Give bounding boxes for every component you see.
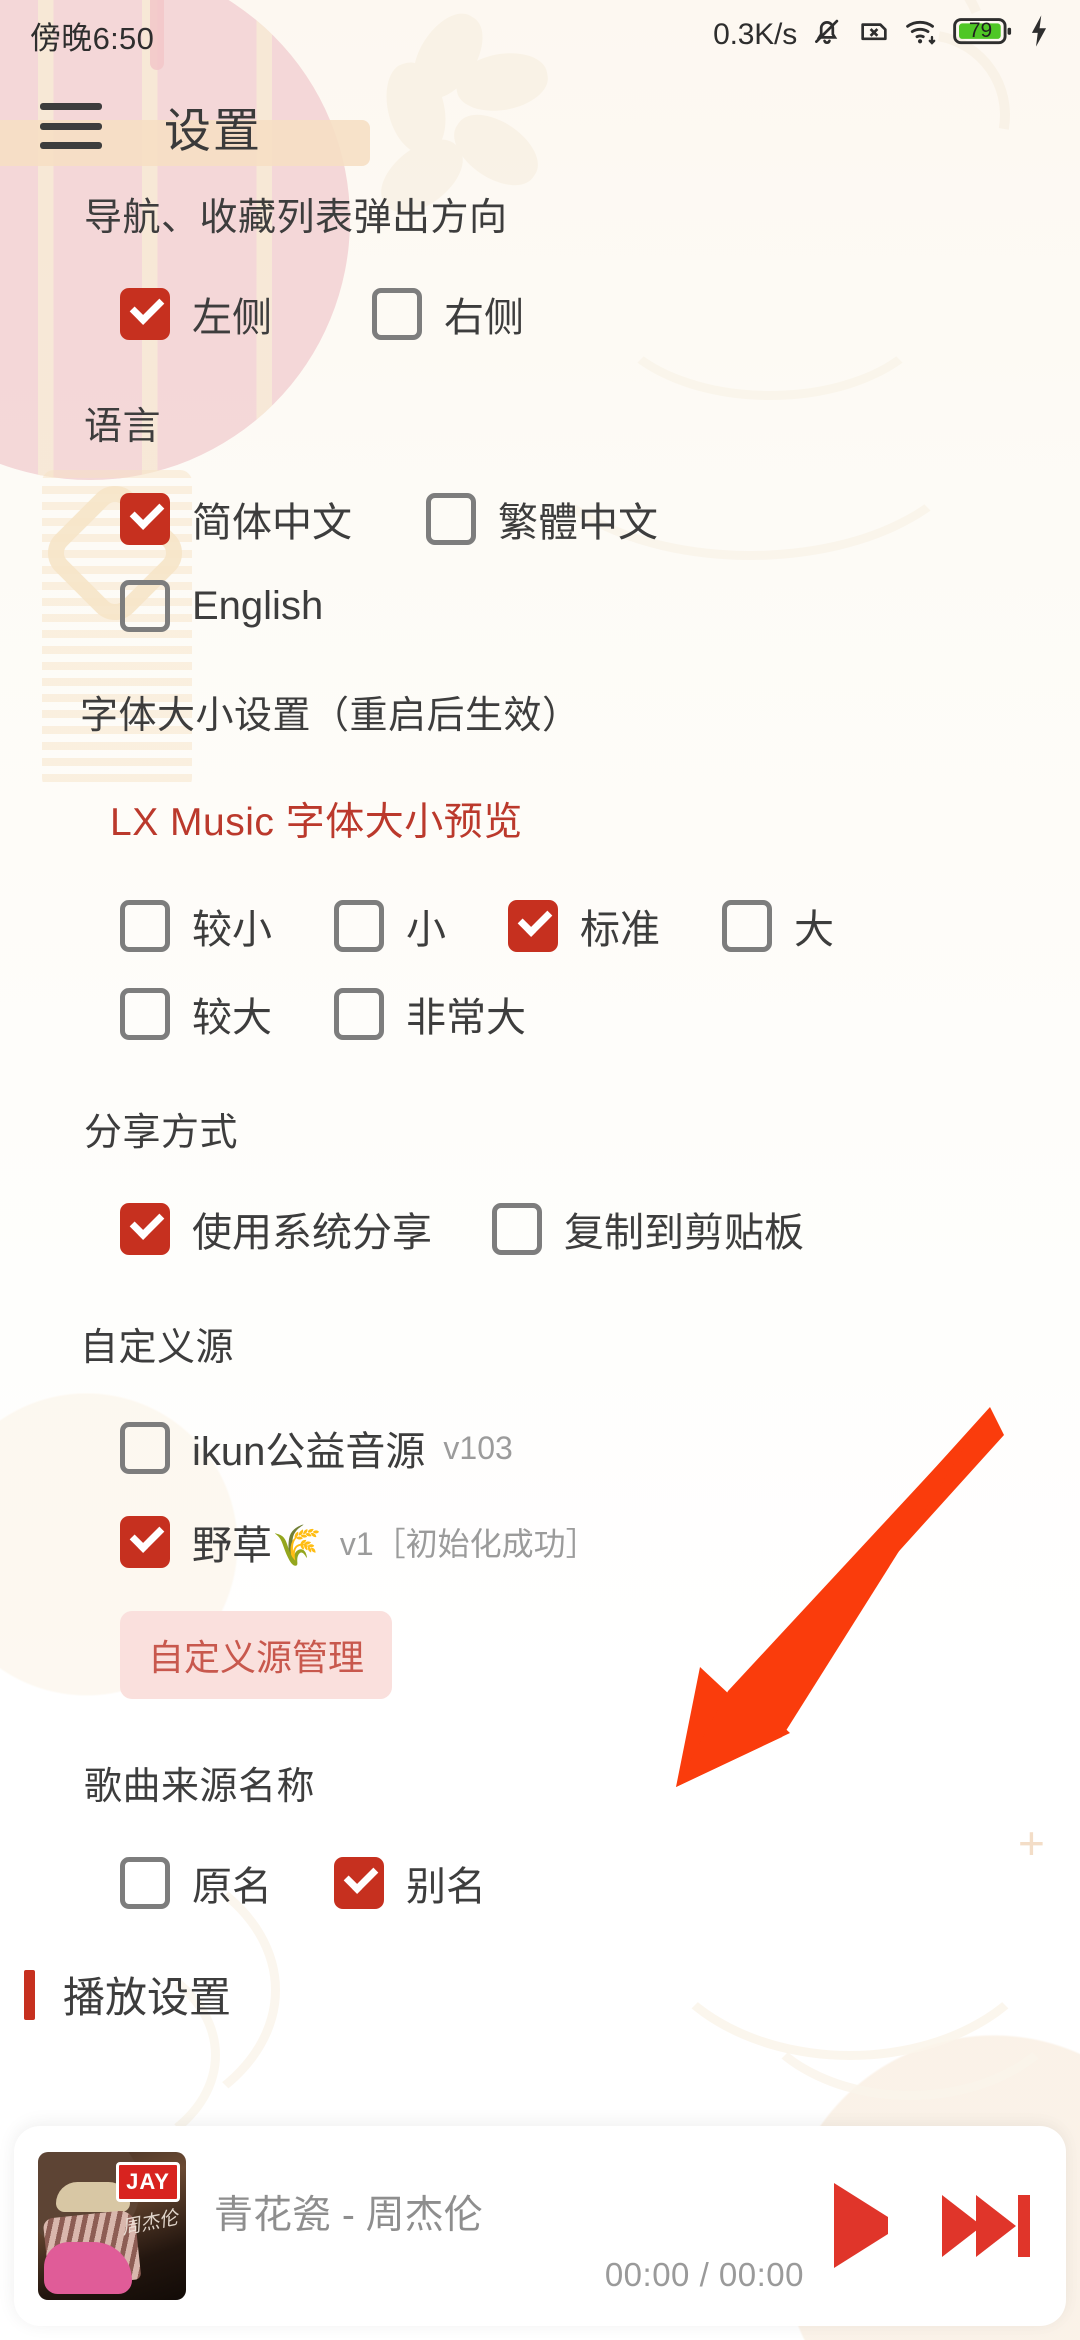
checkbox-unchecked-icon[interactable] <box>120 580 170 632</box>
section-title-nav-direction: 导航、收藏列表弹出方向 <box>84 197 508 239</box>
option-row-font-size-2: 较大 非常大 <box>120 985 1080 1043</box>
network-speed-indicator: 0.3K/s <box>713 18 797 51</box>
checkbox-option-original-name[interactable]: 原名 <box>120 1854 272 1912</box>
checkbox-label: 繁體中文 <box>498 501 658 545</box>
section-title-share-method: 分享方式 <box>84 1112 239 1154</box>
checkbox-option-large[interactable]: 大 <box>722 897 834 955</box>
checkbox-unchecked-icon[interactable] <box>334 900 384 952</box>
section-title-custom-source: 自定义源 <box>80 1327 235 1369</box>
wifi-icon <box>904 14 940 56</box>
checkbox-option-left[interactable]: 左侧 <box>120 285 272 343</box>
section-title-language: 语言 <box>84 406 162 448</box>
option-row-ikun-source: ikun公益音源 v103 <box>120 1419 1080 1477</box>
checkbox-checked-icon[interactable] <box>120 493 170 545</box>
bell-muted-icon <box>810 14 844 56</box>
checkbox-label: 使用系统分享 <box>192 1211 432 1255</box>
status-bar: 傍晚6:50 0.3K/s 79 <box>0 0 1080 70</box>
sim-card-disabled-icon <box>857 14 891 56</box>
checkbox-option-smaller[interactable]: 较小 <box>120 897 272 955</box>
checkbox-label: 标准 <box>580 908 660 952</box>
checkbox-unchecked-icon[interactable] <box>722 900 772 952</box>
checkbox-label: 较大 <box>192 996 272 1040</box>
section-title-font-size: 字体大小设置（重启后生效） <box>80 695 581 737</box>
checkbox-checked-icon[interactable] <box>334 1857 384 1909</box>
heading-text: 播放设置 <box>63 1974 232 2021</box>
checkbox-checked-icon[interactable] <box>120 1203 170 1255</box>
next-track-icon[interactable] <box>942 2195 1030 2257</box>
checkbox-option-english[interactable]: English <box>120 580 323 632</box>
battery-percent-label: 79 <box>968 19 993 42</box>
option-row-language-2: English <box>120 580 1080 632</box>
option-row-song-source-name: 原名 别名 <box>120 1854 1080 1912</box>
checkbox-option-yecao-source[interactable]: 野草🌾 v1［初始化成功］ <box>120 1513 598 1571</box>
checkbox-unchecked-icon[interactable] <box>120 1422 170 1474</box>
checkbox-unchecked-icon[interactable] <box>334 988 384 1040</box>
checkbox-unchecked-icon[interactable] <box>120 988 170 1040</box>
checkbox-option-traditional-chinese[interactable]: 繁體中文 <box>426 490 658 548</box>
checkbox-option-right[interactable]: 右侧 <box>372 285 524 343</box>
checkbox-option-small[interactable]: 小 <box>334 897 446 955</box>
mini-player-bar[interactable]: JAY 周杰伦 青花瓷 - 周杰伦 00:00 / 00:00 <box>14 2126 1066 2326</box>
checkbox-option-system-share[interactable]: 使用系统分享 <box>120 1200 432 1258</box>
option-row-font-size-1: 较小 小 标准 大 <box>120 897 1080 955</box>
checkbox-label: 小 <box>406 908 446 952</box>
checkbox-label: English <box>192 583 324 628</box>
checkbox-label: 简体中文 <box>192 501 352 545</box>
font-size-preview-text: LX Music 字体大小预览 <box>110 801 523 844</box>
checkbox-unchecked-icon[interactable] <box>120 1857 170 1909</box>
app-header: 设置 <box>0 70 1080 182</box>
checkbox-label: 野草🌾 <box>192 1524 322 1568</box>
checkbox-option-alias-name[interactable]: 别名 <box>334 1854 486 1912</box>
album-badge-label: JAY <box>116 2162 180 2202</box>
checkbox-option-very-large[interactable]: 非常大 <box>334 985 526 1043</box>
player-controls <box>834 2183 1030 2268</box>
checkbox-checked-icon[interactable] <box>120 1516 170 1568</box>
checkbox-label: ikun公益音源 <box>192 1430 426 1474</box>
source-version-label: v1［初始化成功］ <box>339 1526 598 1562</box>
album-art-thumbnail[interactable]: JAY 周杰伦 <box>38 2152 186 2300</box>
checkbox-label: 原名 <box>192 1865 272 1909</box>
status-clock: 傍晚6:50 <box>30 20 155 56</box>
play-settings-heading: 播放设置 <box>24 1964 1080 2025</box>
option-row-yecao-source: 野草🌾 v1［初始化成功］ <box>120 1513 1080 1571</box>
option-row-share-method: 使用系统分享 复制到剪贴板 <box>120 1200 1080 1258</box>
player-info: 青花瓷 - 周杰伦 00:00 / 00:00 <box>214 2152 814 2300</box>
checkbox-label: 左侧 <box>192 296 272 340</box>
checkbox-label: 右侧 <box>444 296 524 340</box>
hamburger-menu-icon[interactable] <box>40 103 102 149</box>
checkbox-unchecked-icon[interactable] <box>492 1203 542 1255</box>
custom-source-manage-button[interactable]: 自定义源管理 <box>120 1611 393 1699</box>
now-playing-title: 青花瓷 - 周杰伦 <box>214 2194 483 2237</box>
checkbox-option-larger[interactable]: 较大 <box>120 985 272 1043</box>
checkbox-label: 非常大 <box>406 996 526 1040</box>
checkbox-unchecked-icon[interactable] <box>372 288 422 340</box>
checkbox-label: 别名 <box>406 1865 486 1909</box>
option-row-language-1: 简体中文 繁體中文 <box>120 490 1080 548</box>
checkbox-unchecked-icon[interactable] <box>120 900 170 952</box>
checkbox-checked-icon[interactable] <box>120 288 170 340</box>
player-time-label: 00:00 / 00:00 <box>604 2256 804 2293</box>
checkbox-option-copy-clipboard[interactable]: 复制到剪贴板 <box>492 1200 804 1258</box>
checkbox-option-simplified-chinese[interactable]: 简体中文 <box>120 490 352 548</box>
checkbox-unchecked-icon[interactable] <box>426 493 476 545</box>
option-row-nav-direction: 左侧 右侧 <box>120 285 1080 343</box>
section-title-song-source-name: 歌曲来源名称 <box>84 1766 316 1808</box>
settings-content: 导航、收藏列表弹出方向 左侧 右侧 语言 简体中文 繁體中文 English 字… <box>0 182 1080 2192</box>
checkbox-label: 复制到剪贴板 <box>564 1211 804 1255</box>
page-title: 设置 <box>164 103 262 157</box>
heading-accent-bar <box>24 1969 35 2020</box>
source-version-label: v103 <box>443 1429 513 1466</box>
checkbox-option-standard[interactable]: 标准 <box>508 897 660 955</box>
checkbox-checked-icon[interactable] <box>508 900 558 952</box>
checkbox-option-ikun-source[interactable]: ikun公益音源 v103 <box>120 1419 513 1477</box>
checkbox-label: 较小 <box>192 908 272 952</box>
checkbox-label: 大 <box>794 908 834 952</box>
charging-bolt-icon <box>1026 14 1052 56</box>
play-icon[interactable] <box>834 2183 888 2268</box>
battery-icon: 79 <box>953 14 1013 56</box>
